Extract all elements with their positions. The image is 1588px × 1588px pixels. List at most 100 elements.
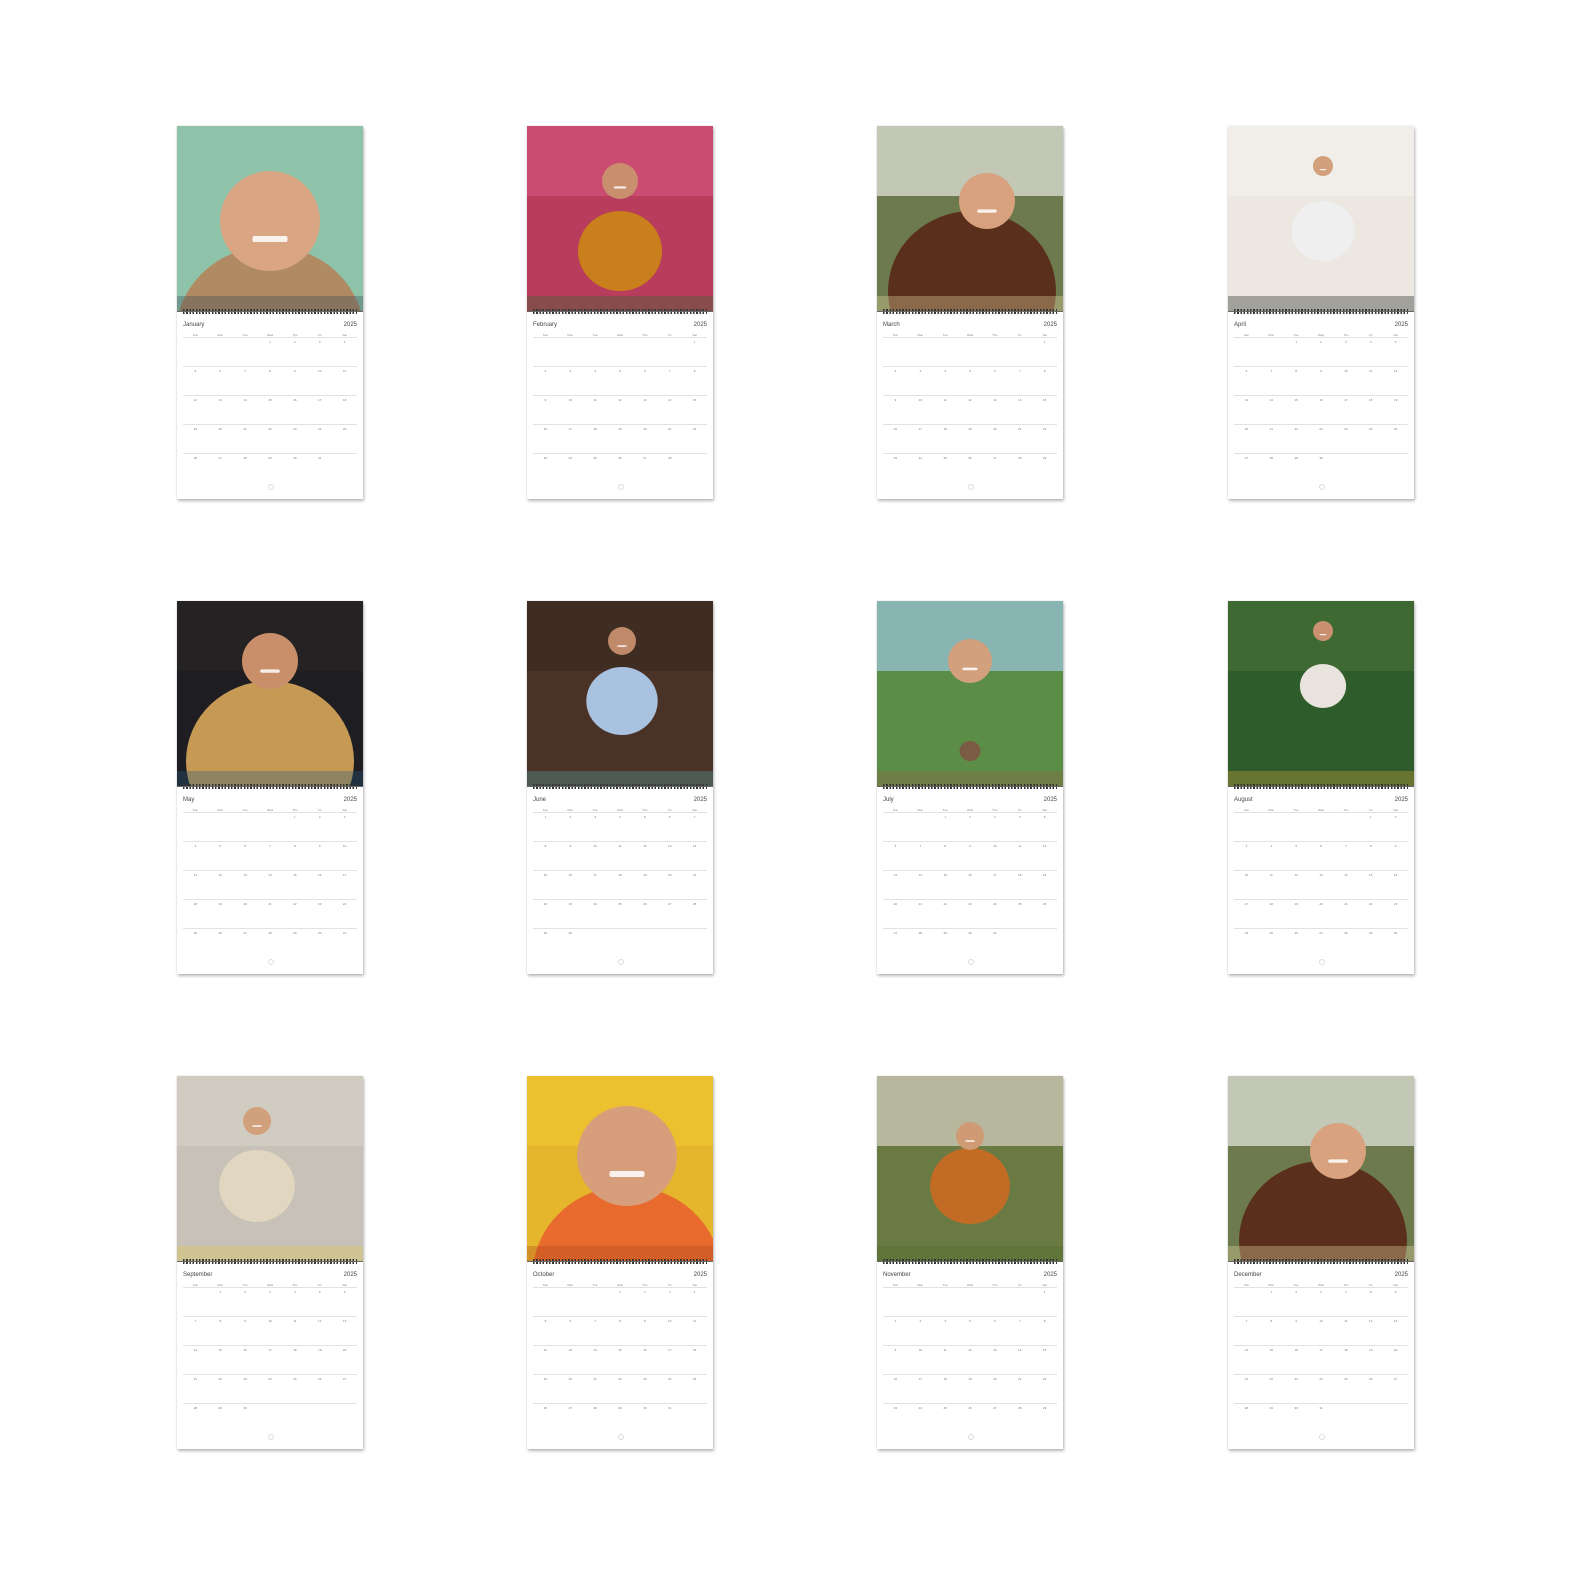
day-cell: 12 [643,844,647,848]
day-cell: 29 [1269,1406,1273,1410]
day-cell: 27 [993,456,997,460]
week-row: 27 28 29 30 [1234,453,1408,482]
day-cell: 21 [1269,427,1273,431]
day-cell: 4 [343,340,346,344]
day-cell: 22 [543,902,548,906]
day-cell: 5 [969,369,971,373]
day-cell: 3 [569,369,572,373]
weekday-label: Wed [266,333,274,337]
calendar-page: October 2025 Sun Mon Tue Wed Thu Fri Sat 1 2 3 4 5 6 7 8… [527,1076,713,1449]
day-cell [1259,338,1284,366]
day-cell [657,929,682,957]
day-cell: 19 [968,1377,972,1381]
day-cell: 31 [342,931,347,935]
week-row: 9 10 11 12 13 14 15 [883,395,1057,424]
day-cell: 6 [668,815,671,819]
weekday-label: Mon [567,808,574,812]
day-cell: 25 [593,456,597,460]
weekday-row: Sun Mon Tue Wed Thu Fri Sat [183,1283,357,1287]
day-cell: 10 [993,844,997,848]
month-grid: May 2025 Sun Mon Tue Wed Thu Fri Sat 1 2 3 4 5 6 7 8 9 10 1… [183,797,357,957]
day-cell [282,1404,307,1432]
calendar-photo [527,1076,713,1262]
day-cell: 23 [1294,1377,1298,1381]
day-cell: 5 [619,369,621,373]
day-cell: 24 [993,902,997,906]
day-cell [1007,338,1032,366]
weekday-label: Wed [1317,333,1325,337]
day-cell: 7 [1345,844,1347,848]
day-cell: 1 [1043,1290,1046,1294]
day-cell: 26 [218,931,222,935]
day-cell: 1 [1295,340,1297,344]
day-cell [258,1404,283,1432]
weekday-label: Sun [1243,808,1250,812]
week-row: 25 26 27 28 29 30 31 [183,928,357,957]
day-cell: 19 [193,427,198,431]
weekday-label: Thu [1343,1283,1349,1287]
day-cell: 27 [243,931,247,935]
calendar-page: April 2025 Sun Mon Tue Wed Thu Fri Sat 1 2 3 4 5 6 7 8 9 1… [1228,126,1414,499]
month-grid: February 2025 Sun Mon Tue Wed Thu Fri Sat 1 2 3 4 5 6 7… [533,322,707,482]
day-cell: 22 [692,427,697,431]
day-cell: 15 [293,873,297,877]
day-cell [982,1288,1007,1316]
day-cell: 29 [268,456,272,460]
day-cell: 9 [1295,1319,1297,1323]
day-cell: 3 [668,1290,671,1294]
day-cell: 3 [318,340,321,344]
weekday-label: Fri [667,808,672,812]
day-cell: 15 [1294,398,1298,402]
week-row: 10 11 12 13 14 15 16 [1234,870,1408,899]
weekday-label: Mon [217,1283,224,1287]
year-label: 2025 [343,1272,357,1278]
day-cell: 9 [244,1319,246,1323]
day-cell [682,454,707,482]
day-cell: 10 [268,1319,272,1323]
day-cell: 17 [593,873,597,877]
day-cell [1333,1404,1358,1432]
day-cell: 24 [268,1377,272,1381]
day-cell: 3 [919,369,922,373]
day-cell: 4 [1345,1290,1347,1294]
spiral-binding [177,309,363,314]
day-cell: 1 [1270,1290,1273,1294]
day-cell: 10 [1319,1319,1323,1323]
day-cell: 14 [1018,1348,1022,1352]
day-cell: 8 [269,369,271,373]
day-cell: 26 [968,1406,972,1410]
day-cell: 4 [1369,340,1372,344]
weekday-label: Thu [292,808,298,812]
day-cell: 16 [893,427,898,431]
day-cell: 16 [293,398,297,402]
week-row: 26 27 28 29 30 31 [533,1403,707,1432]
day-cell [233,813,258,841]
weekday-label: Mon [1268,808,1275,812]
weekday-label: Mon [917,1283,924,1287]
week-row: 27 28 29 30 31 [883,928,1057,957]
day-cell: 7 [1270,369,1273,373]
day-cell: 12 [1393,369,1398,373]
weekday-label: Mon [917,333,924,337]
day-cell: 2 [1295,1290,1297,1294]
day-cell [1284,813,1309,841]
weekday-row: Sun Mon Tue Wed Thu Fri Sat [183,333,357,337]
day-cell: 17 [318,398,322,402]
year-label: 2025 [343,322,357,328]
day-cell: 18 [1018,873,1022,877]
weekday-row: Sun Mon Tue Wed Thu Fri Sat [883,1283,1057,1287]
weekday-label: Sat [342,1283,347,1287]
day-cell: 17 [1344,398,1348,402]
day-cell: 17 [668,1348,672,1352]
day-cell: 25 [1018,902,1022,906]
day-cell: 7 [269,844,271,848]
day-cell: 3 [994,815,996,819]
week-row: 3 4 5 6 7 8 9 [1234,841,1408,870]
day-cell: 27 [342,1377,347,1381]
day-cell: 20 [993,1377,997,1381]
day-cell: 3 [269,1290,271,1294]
day-cell: 13 [1319,873,1323,877]
day-cell: 24 [342,902,347,906]
day-cell: 25 [943,456,947,460]
weekday-label: Tue [1293,808,1299,812]
